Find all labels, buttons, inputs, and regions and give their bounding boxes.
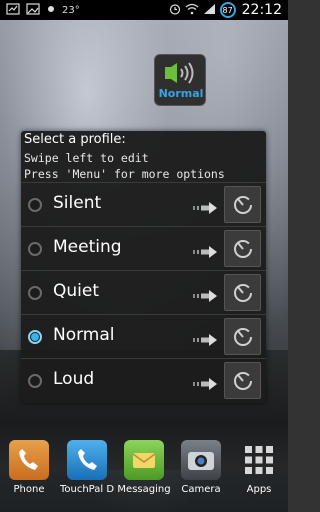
speaker-signal-icon <box>163 61 199 90</box>
profile-row-silent[interactable]: Silent <box>21 182 266 226</box>
timer-button[interactable] <box>224 230 261 267</box>
profile-row-quiet[interactable]: Quiet <box>21 270 266 314</box>
profile-row-meeting[interactable]: Meeting <box>21 226 266 270</box>
timer-button[interactable] <box>224 186 261 223</box>
profile-widget[interactable]: Normal <box>154 54 206 106</box>
battery-indicator: 87 <box>219 2 236 18</box>
android-notification-icon <box>6 2 20 18</box>
profile-label: Meeting <box>53 237 122 257</box>
swipe-arrow-icon <box>193 243 219 258</box>
swipe-arrow-icon <box>193 199 219 214</box>
dock-label: Apps <box>246 484 272 495</box>
swipe-arrow-icon <box>193 375 219 390</box>
camera-icon <box>181 440 221 480</box>
phone-contact-icon <box>9 440 49 480</box>
apps-grid-icon <box>239 440 279 480</box>
profile-dialog: Select a profile: Swipe left to edit Pre… <box>21 131 266 403</box>
timer-icon <box>233 239 252 258</box>
dock-label: Camera <box>181 484 221 495</box>
dock-item-messaging[interactable]: Messaging <box>116 434 172 495</box>
radio-quiet[interactable] <box>28 286 42 300</box>
swipe-arrow-icon <box>193 331 219 346</box>
profile-list: Silent Meeting Quiet Normal Loud <box>21 182 266 402</box>
profile-label: Quiet <box>53 281 100 301</box>
touchpal-phone-icon <box>67 440 107 480</box>
timer-button[interactable] <box>224 318 261 355</box>
dialog-title: Select a profile: <box>24 132 126 147</box>
wifi-icon <box>185 3 199 18</box>
profile-row-normal[interactable]: Normal <box>21 314 266 358</box>
dialog-hint-menu: Press 'Menu' for more options <box>24 167 225 181</box>
dialog-hint-swipe: Swipe left to edit <box>24 151 149 165</box>
widget-label: Normal <box>158 87 204 100</box>
timer-button[interactable] <box>224 362 261 399</box>
profile-label: Normal <box>53 325 115 345</box>
radio-meeting[interactable] <box>28 242 42 256</box>
radio-silent[interactable] <box>28 198 42 212</box>
app-dock: Phone TouchPal D Messaging Camera Apps <box>0 434 288 512</box>
swipe-arrow-icon <box>193 287 219 302</box>
timer-icon <box>233 283 252 302</box>
dock-label: TouchPal D <box>59 484 115 495</box>
messaging-icon <box>124 440 164 480</box>
signal-icon <box>203 3 216 18</box>
dock-item-camera[interactable]: Camera <box>173 434 229 495</box>
timer-icon <box>233 195 252 214</box>
profile-label: Silent <box>53 193 102 213</box>
profile-label: Loud <box>53 369 95 389</box>
clock: 22:12 <box>241 2 282 18</box>
timer-button[interactable] <box>224 274 261 311</box>
dock-label: Phone <box>13 484 45 495</box>
profile-row-loud[interactable]: Loud <box>21 358 266 402</box>
dock-item-phone[interactable]: Phone <box>1 434 57 495</box>
radio-loud[interactable] <box>28 374 42 388</box>
dock-label: Messaging <box>117 484 171 495</box>
timer-icon <box>233 327 252 346</box>
alarm-icon <box>169 3 181 18</box>
weather-icon <box>46 4 56 17</box>
temperature: 23° <box>62 4 80 16</box>
dock-item-touchpal[interactable]: TouchPal D <box>59 434 115 495</box>
status-bar: 23° 87 22:12 <box>0 0 288 20</box>
image-notification-icon <box>26 2 40 18</box>
radio-normal-selected[interactable] <box>28 330 42 344</box>
dock-item-apps[interactable]: Apps <box>231 434 287 495</box>
timer-icon <box>233 371 252 390</box>
